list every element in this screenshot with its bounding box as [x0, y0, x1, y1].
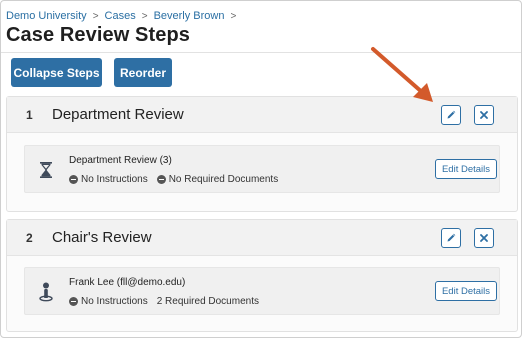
- remove-step-button[interactable]: [474, 105, 494, 125]
- step-number: 1: [26, 108, 33, 122]
- step-panel: 1 Department Review Department Review (3…: [6, 96, 518, 212]
- pencil-icon: [447, 233, 456, 242]
- step-title: Chair's Review: [52, 229, 152, 246]
- pencil-icon: [447, 110, 456, 119]
- step-number: 2: [26, 231, 33, 245]
- reviewer-card: Frank Lee (fll@demo.edu) No Instructions…: [24, 267, 500, 315]
- breadcrumb-link-university[interactable]: Demo University: [6, 10, 87, 22]
- close-icon: [480, 111, 488, 119]
- app-frame: Demo University > Cases > Beverly Brown …: [0, 0, 522, 338]
- reorder-button[interactable]: Reorder: [114, 58, 172, 87]
- remove-step-button[interactable]: [474, 228, 494, 248]
- step-panel: 2 Chair's Review Frank Lee (fll@demo.edu…: [6, 219, 518, 332]
- minus-circle-icon: [69, 297, 78, 306]
- reviewer-card: Department Review (3) No Instructions No…: [24, 145, 500, 193]
- reviewer-meta: No Instructions No Required Documents: [69, 174, 287, 185]
- breadcrumb-link-case[interactable]: Beverly Brown: [154, 10, 225, 22]
- edit-details-button[interactable]: Edit Details: [435, 281, 497, 301]
- edit-details-button[interactable]: Edit Details: [435, 159, 497, 179]
- documents-label: No Required Documents: [168, 174, 279, 185]
- breadcrumb-separator: >: [92, 10, 99, 22]
- collapse-steps-button[interactable]: Collapse Steps: [11, 58, 102, 87]
- reviewer-title: Frank Lee (fll@demo.edu): [69, 277, 186, 288]
- documents-status: 2 Required Documents: [157, 296, 259, 307]
- breadcrumb: Demo University > Cases > Beverly Brown …: [6, 10, 242, 22]
- reviewer-title: Department Review (3): [69, 155, 172, 166]
- edit-step-button[interactable]: [441, 228, 461, 248]
- instructions-label: No Instructions: [81, 174, 148, 185]
- minus-circle-icon: [69, 175, 78, 184]
- instructions-status: No Instructions: [69, 296, 148, 307]
- close-icon: [480, 234, 488, 242]
- breadcrumb-separator: >: [230, 10, 237, 22]
- header-divider: [1, 52, 521, 53]
- instructions-label: No Instructions: [81, 296, 148, 307]
- page-title: Case Review Steps: [6, 24, 191, 46]
- step-title: Department Review: [52, 106, 184, 123]
- breadcrumb-separator: >: [141, 10, 148, 22]
- instructions-status: No Instructions: [69, 174, 148, 185]
- annotation-arrow-icon: [371, 47, 433, 102]
- step-header: 2 Chair's Review: [7, 220, 517, 256]
- reviewer-meta: No Instructions 2 Required Documents: [69, 296, 268, 307]
- person-pin-icon: [38, 281, 54, 303]
- hourglass-icon: [38, 159, 54, 181]
- documents-label: 2 Required Documents: [156, 296, 259, 307]
- minus-circle-icon: [156, 175, 166, 184]
- breadcrumb-link-cases[interactable]: Cases: [105, 10, 136, 22]
- edit-step-button[interactable]: [441, 105, 461, 125]
- documents-status: No Required Documents: [156, 174, 279, 185]
